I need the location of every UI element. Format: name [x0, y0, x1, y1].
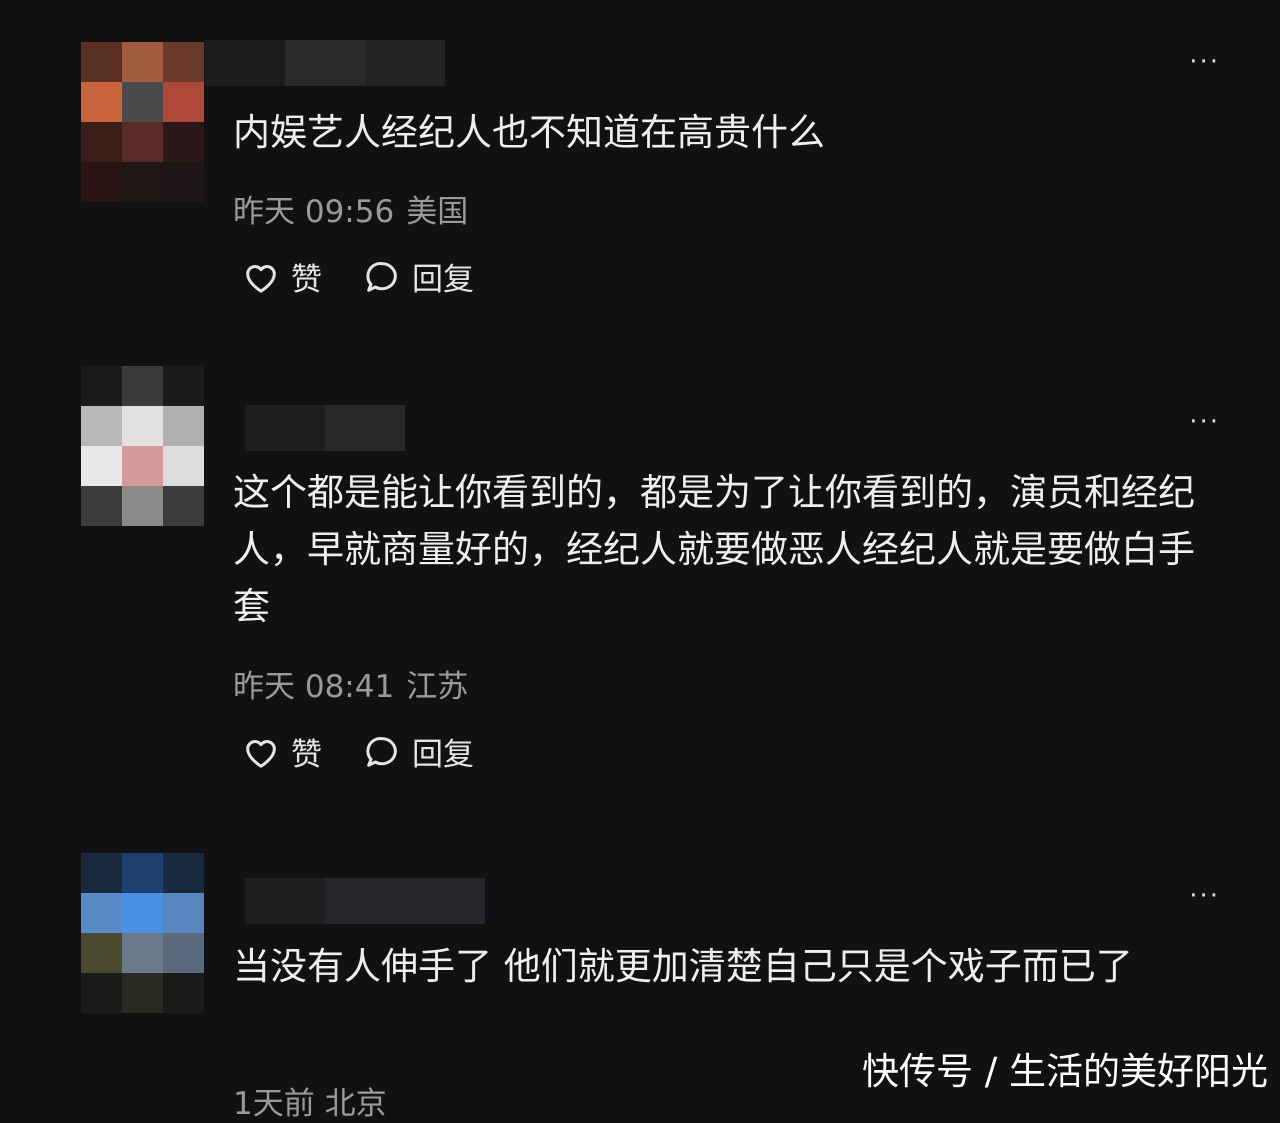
avatar-pixel	[163, 366, 204, 406]
comment-text: 内娱艺人经纪人也不知道在高贵什么	[233, 111, 825, 154]
avatar-pixel	[163, 162, 204, 202]
reply-button[interactable]: 回复	[362, 729, 474, 774]
heart-icon	[246, 739, 276, 768]
comment-location: 美国	[406, 194, 469, 230]
avatar-pixel	[81, 162, 122, 202]
reply-button[interactable]: 回复	[362, 254, 474, 299]
comment-time: 1天前	[233, 1086, 315, 1122]
avatar[interactable]	[81, 853, 204, 1013]
avatar-pixel	[81, 893, 122, 933]
avatar-pixel	[81, 853, 122, 893]
avatar-pixel	[122, 42, 163, 82]
avatar-pixel	[81, 973, 122, 1013]
avatar-pixel	[163, 973, 204, 1013]
avatar-pixel	[163, 446, 204, 486]
comment-text: 这个都是能让你看到的，都是为了让你看到的，演员和经纪人，早就商量好的，经纪人就要…	[233, 471, 1195, 628]
avatar-pixel	[163, 853, 204, 893]
avatar-pixel	[163, 406, 204, 446]
avatar-pixel	[122, 366, 163, 406]
avatar-pixel	[122, 122, 163, 162]
avatar-pixel	[122, 82, 163, 122]
avatar-pixel	[163, 933, 204, 973]
watermark-text: 快传号 / 生活的美好阳光	[862, 1050, 1268, 1093]
avatar-pixel	[81, 366, 122, 406]
reply-label: 回复	[412, 737, 474, 773]
avatar-pixel	[81, 406, 122, 446]
comment-text: 当没有人伸手了 他们就更加清楚自己只是个戏子而已了	[233, 945, 1133, 988]
more-options-button[interactable]: ···	[1189, 49, 1220, 75]
avatar-pixel	[81, 82, 122, 122]
comment-location: 北京	[324, 1086, 387, 1122]
avatar-pixel	[122, 973, 163, 1013]
avatar-pixel	[163, 42, 204, 82]
reply-label: 回复	[412, 262, 474, 298]
more-options-button[interactable]: ···	[1189, 409, 1220, 435]
avatar-pixel	[122, 933, 163, 973]
comment-meta: 1天前 北京	[233, 1078, 387, 1123]
avatar-pixel	[122, 162, 163, 202]
heart-icon	[246, 264, 276, 293]
comment-time: 昨天 08:41	[233, 669, 395, 705]
like-label: 赞	[291, 737, 322, 773]
comment-location: 江苏	[406, 669, 469, 705]
comment-actions: 赞 回复	[241, 254, 474, 299]
avatar-pixel	[163, 893, 204, 933]
avatar-pixel	[81, 42, 122, 82]
avatar-pixel	[81, 486, 122, 526]
avatar-pixel	[81, 122, 122, 162]
more-options-button[interactable]: ···	[1189, 883, 1220, 909]
comment-time: 昨天 09:56	[233, 194, 395, 230]
avatar-pixel	[122, 446, 163, 486]
comment-actions: 赞 回复	[241, 729, 474, 774]
avatar[interactable]	[81, 42, 204, 202]
avatar-pixel	[163, 82, 204, 122]
avatar-pixel	[122, 893, 163, 933]
like-button[interactable]: 赞	[241, 254, 322, 299]
avatar-pixel	[81, 446, 122, 486]
avatar-pixel	[81, 933, 122, 973]
comment-meta: 昨天 08:41 江苏	[233, 661, 480, 706]
avatar-pixel	[163, 122, 204, 162]
avatar-pixel	[163, 486, 204, 526]
speech-bubble-icon	[366, 736, 397, 767]
comment-meta: 昨天 09:56 美国	[233, 186, 480, 231]
avatar-pixel	[122, 486, 163, 526]
avatar-pixel	[122, 406, 163, 446]
avatar[interactable]	[81, 366, 204, 526]
speech-bubble-icon	[366, 261, 397, 292]
like-button[interactable]: 赞	[241, 729, 322, 774]
avatar-pixel	[122, 853, 163, 893]
like-label: 赞	[291, 262, 322, 298]
